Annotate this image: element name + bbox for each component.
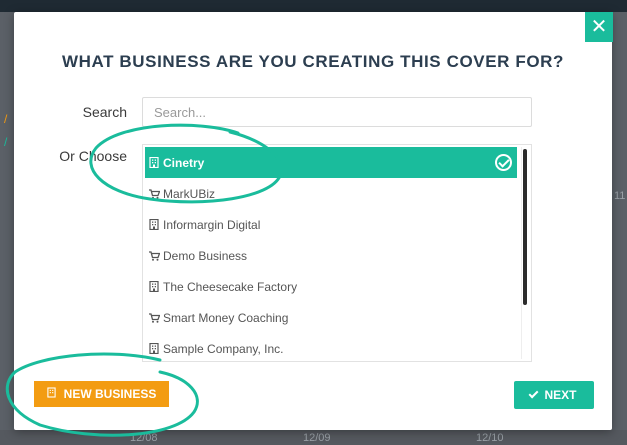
business-list-item[interactable]: Smart Money Coaching [145,302,517,333]
check-circle-icon [495,154,512,171]
background-glyph: / [4,135,8,149]
business-select-modal: WHAT BUSINESS ARE YOU CREATING THIS COVE… [14,12,612,430]
background-glyph: / [4,112,8,126]
scrollbar-thumb[interactable] [523,149,527,305]
axis-tick: 12/09 [303,432,331,444]
next-button[interactable]: NEXT [514,381,594,409]
business-name: Smart Money Coaching [163,310,289,325]
axis-tick: 11 [614,190,626,202]
modal-title: WHAT BUSINESS ARE YOU CREATING THIS COVE… [61,52,565,71]
new-business-label: NEW BUSINESS [63,387,157,401]
business-list-item[interactable]: Informargin Digital [145,209,517,240]
business-list-item[interactable]: MarkUBiz [145,178,517,209]
building-icon [47,387,56,401]
business-list: Cinetry MarkUBiz Informargin Digital Dem… [142,144,532,362]
axis-tick: 12/10 [476,432,504,444]
cart-icon [148,188,160,200]
cart-icon [148,250,160,262]
business-list-item[interactable]: Cinetry [145,147,517,178]
building-icon [148,343,160,355]
next-label: NEXT [544,388,577,402]
background-topbar [0,0,627,12]
business-name: Cinetry [163,155,205,170]
business-name: Sample Company, Inc. [163,341,284,356]
business-name: Informargin Digital [163,217,261,232]
axis-tick: 12/08 [130,432,158,444]
search-label: Search [82,104,127,120]
check-icon [529,388,539,399]
building-icon [148,157,160,169]
business-list-item[interactable]: Sample Company, Inc. [145,333,517,361]
business-name: Demo Business [163,248,248,263]
cart-icon [148,312,160,324]
business-list-item[interactable]: Demo Business [145,240,517,271]
close-icon[interactable]: ✕ [585,12,613,42]
building-icon [148,281,160,293]
search-input[interactable] [142,97,532,127]
business-name: The Cheesecake Factory [163,279,298,294]
business-name: MarkUBiz [163,186,216,201]
building-icon [148,219,160,231]
choose-label: Or Choose [59,148,127,164]
business-list-item[interactable]: The Cheesecake Factory [145,271,517,302]
new-business-button[interactable]: NEW BUSINESS [34,381,169,407]
